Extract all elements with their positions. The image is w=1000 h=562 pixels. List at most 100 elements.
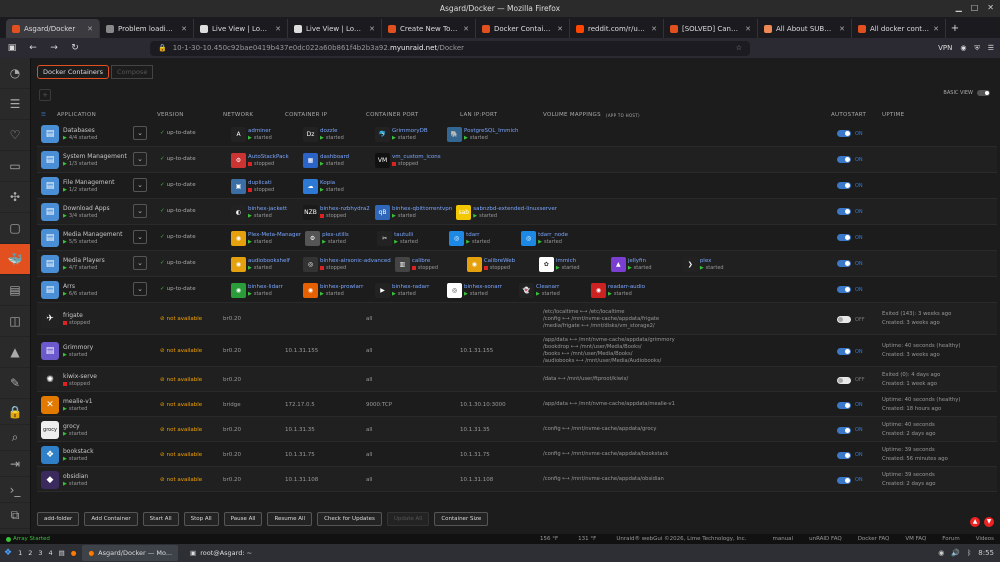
autostart-switch[interactable] — [837, 182, 851, 189]
workspace-2[interactable]: 2 — [28, 549, 32, 557]
autostart-switch[interactable] — [837, 401, 851, 409]
folder-item[interactable]: ◎ tdarr ▶ started — [449, 230, 517, 246]
files-icon[interactable]: ▤ — [59, 549, 65, 557]
forum-link[interactable]: Forum — [942, 536, 959, 542]
tab-9[interactable]: All docker containers ✕ — [852, 19, 946, 38]
folder-item-name[interactable]: tdarr — [466, 232, 490, 239]
tab-3[interactable]: Live View | Log File ✕ — [288, 19, 382, 38]
workspace-3[interactable]: 3 — [38, 549, 42, 557]
folder-name[interactable]: Arrs — [63, 283, 75, 290]
chart-icon[interactable]: ▲ — [0, 337, 30, 368]
folder-item[interactable]: 🐘 PostgreSQL_Immich ▶ started — [447, 126, 519, 142]
folder-item-name[interactable]: plex — [700, 258, 724, 265]
minimize-icon[interactable]: ▁ — [956, 3, 962, 12]
folder-name[interactable]: File Management — [63, 179, 114, 186]
exit-icon[interactable]: ⇥ — [0, 451, 30, 477]
sidebar-toggle-icon[interactable]: ▣ — [6, 43, 18, 53]
check-updates-button[interactable]: Check for Updates — [317, 512, 382, 526]
folder-item-name[interactable]: binhex-sonarr — [464, 284, 502, 291]
folder-item[interactable]: ✿ immich ▶ started — [538, 256, 607, 272]
firefox-icon[interactable]: ● — [71, 549, 77, 557]
stop-all-button[interactable]: Stop All — [183, 512, 219, 526]
autostart-switch[interactable] — [837, 286, 851, 293]
container-size-button[interactable]: Container Size — [434, 512, 489, 526]
chevron-down-icon[interactable]: ⌄ — [133, 178, 147, 192]
tab-close-icon[interactable]: ✕ — [651, 25, 657, 33]
folder-item-name[interactable]: AutoStackPack — [248, 154, 289, 161]
folder-item[interactable]: ▲ jellyfin ▶ started — [610, 256, 679, 272]
folder-icon[interactable]: ▭ — [0, 151, 30, 182]
folder-item[interactable]: ⚙ plex-utills ▶ started — [305, 230, 373, 246]
folder-item[interactable]: ◉ Plex-Meta-Manager ▶ started — [231, 230, 301, 246]
basic-view-toggle[interactable]: BASIC VIEW — [943, 90, 990, 96]
folder-item[interactable]: ◎ binhex-airsonic-advanced stopped — [303, 256, 391, 272]
resume-all-button[interactable]: Resume All — [267, 512, 313, 526]
bookmark-star-icon[interactable]: ☆ — [736, 44, 742, 52]
chevron-down-icon[interactable]: ⌄ — [133, 204, 147, 218]
vpn-badge[interactable]: VPN — [938, 44, 952, 52]
menu-icon[interactable]: ☰ — [988, 44, 994, 52]
folder-item-name[interactable]: immich — [556, 258, 580, 265]
folder-item[interactable]: Dz dozzle ▶ started — [303, 126, 371, 142]
folder-item-name[interactable]: tdarr_node — [538, 232, 568, 239]
tab-4[interactable]: Create New Topic ✕ — [382, 19, 476, 38]
tab-2[interactable]: Live View | Log File ✕ — [194, 19, 288, 38]
autostart-toggle[interactable]: ON — [837, 451, 863, 459]
folder-item[interactable]: ⚙ AutoStackPack stopped — [231, 152, 299, 168]
tab-compose[interactable]: Compose — [110, 65, 154, 79]
chevron-down-icon[interactable]: ⌄ — [133, 152, 147, 166]
folder-item[interactable]: sab sabnzbd-extended-linuxserver ▶ started — [456, 204, 557, 220]
tab-close-icon[interactable]: ✕ — [463, 25, 469, 33]
folder-item[interactable]: qB binhex-qbittorrentvpn ▶ started — [375, 204, 452, 220]
container-name[interactable]: kiwix-serve — [63, 373, 97, 380]
volume-icon[interactable]: 🔊 — [951, 549, 960, 557]
vm-icon[interactable]: ▤ — [0, 275, 30, 306]
autostart-switch[interactable] — [837, 130, 851, 137]
folder-item-name[interactable]: binhex-lidarr — [248, 284, 283, 291]
chevron-down-icon[interactable]: ⌄ — [133, 230, 147, 244]
cube-icon[interactable]: ▢ — [0, 213, 30, 244]
reload-icon[interactable]: ↻ — [69, 43, 81, 53]
container-name[interactable]: frigate — [63, 312, 83, 319]
forward-icon[interactable]: → — [48, 43, 60, 53]
folder-item[interactable]: ◐ binhex-jackett ▶ started — [231, 204, 299, 220]
autostart-switch[interactable] — [837, 234, 851, 241]
tray-icon[interactable]: ◉ — [938, 549, 944, 557]
tab-7[interactable]: [SOLVED] Cannot access✕ — [664, 19, 758, 38]
add-container-button[interactable]: Add Container — [84, 512, 138, 526]
folder-item-name[interactable]: GrimmoryDB — [392, 128, 428, 135]
folder-item[interactable]: ◉ readarr-audio ▶ started — [591, 282, 659, 298]
autostart-switch[interactable] — [837, 426, 851, 434]
dashboard-icon[interactable]: ◔ — [0, 58, 30, 89]
folder-item-name[interactable]: audiobookshelf — [248, 258, 290, 265]
folder-item-name[interactable]: binhex-prowlarr — [320, 284, 363, 291]
folder-item-name[interactable]: binhex-radarr — [392, 284, 429, 291]
chevron-down-icon[interactable]: ⌄ — [133, 256, 147, 270]
container-name[interactable]: bookstack — [63, 448, 94, 455]
folder-item[interactable]: ❯ plex ▶ started — [682, 256, 751, 272]
tab-close-icon[interactable]: ✕ — [275, 25, 281, 33]
folder-item-name[interactable]: Kopia — [320, 180, 344, 187]
folder-item[interactable]: ▣ duplicati stopped — [231, 178, 299, 194]
autostart-switch[interactable] — [837, 451, 851, 459]
folder-item[interactable]: ◉ CalibreWeb stopped — [466, 256, 535, 272]
new-tab-icon[interactable]: + — [946, 19, 964, 38]
tab-0[interactable]: Asgard/Docker ✕ — [6, 19, 100, 38]
clock[interactable]: 8:55 — [978, 549, 994, 557]
workspace-1[interactable]: 1 — [18, 549, 22, 557]
list-icon[interactable]: ☰ — [0, 89, 30, 120]
terminal-icon[interactable]: ›_ — [0, 477, 30, 503]
folder-item-name[interactable]: CalibreWeb — [484, 258, 515, 265]
folder-item-name[interactable]: Cleanarr — [536, 284, 560, 291]
autostart-toggle[interactable]: ON — [837, 130, 863, 137]
folder-item[interactable]: ◎ binhex-sonarr ▶ started — [447, 282, 515, 298]
folder-item-name[interactable]: sabnzbd-extended-linuxserver — [473, 206, 557, 213]
back-icon[interactable]: ← — [27, 43, 39, 53]
folder-name[interactable]: System Management — [63, 153, 127, 160]
folder-item-name[interactable]: plex-utills — [322, 232, 349, 239]
folder-item[interactable]: ◉ binhex-lidarr ▶ started — [231, 282, 299, 298]
faq-link[interactable]: unRAID FAQ — [809, 536, 842, 542]
puzzle-icon[interactable]: ✣ — [0, 182, 30, 213]
folder-item[interactable]: Aadminer ▶ started — [231, 126, 299, 142]
shield-icon[interactable]: ⛨ — [974, 44, 979, 53]
